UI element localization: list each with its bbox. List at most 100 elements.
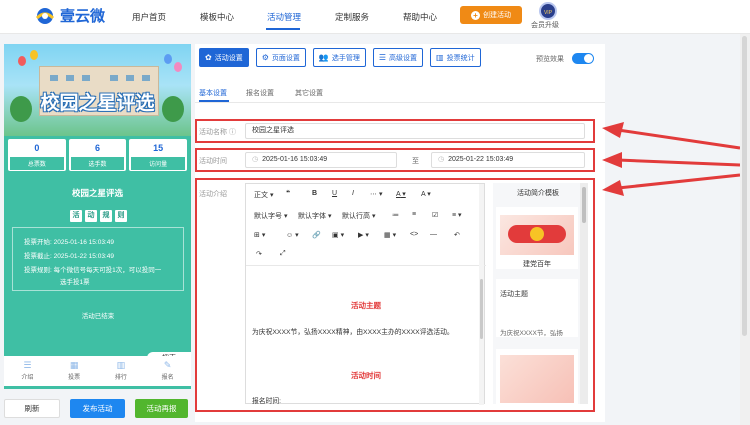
- italic-icon[interactable]: I: [352, 190, 354, 197]
- image-icon[interactable]: ▣ ▾: [332, 231, 344, 239]
- more-icon[interactable]: ⋯ ▾: [370, 190, 382, 198]
- activity-time-label: 活动时间: [199, 158, 227, 165]
- subtab-other[interactable]: 其它设置: [295, 88, 323, 98]
- code-icon[interactable]: <>: [410, 231, 418, 238]
- tab-signup[interactable]: ✎ 报名: [144, 356, 191, 386]
- template-card[interactable]: 建党百年: [496, 207, 578, 269]
- contestant-manage-button[interactable]: 👥 选手管理: [312, 48, 366, 67]
- template-caption: 建党百年: [523, 261, 551, 268]
- indent-icon[interactable]: ⊞ ▾: [254, 231, 265, 239]
- sliders-icon: ☰: [378, 53, 387, 62]
- numbered-list-icon[interactable]: ≡: [412, 211, 416, 218]
- rule-start-time: 投票开始: 2025-01-16 15:03:49: [24, 239, 114, 246]
- divider-icon[interactable]: —: [430, 231, 437, 238]
- activity-intro-label: 活动介绍: [199, 191, 227, 198]
- nav-activity-manage[interactable]: 活动管理: [267, 11, 301, 23]
- button-label: 高级设置: [389, 54, 418, 62]
- template-card[interactable]: 活动主题 为庆祝XXXX节，弘扬: [496, 279, 578, 337]
- bullet-list-icon[interactable]: ≔: [392, 211, 399, 219]
- vip-upgrade[interactable]: VIP: [536, 2, 560, 20]
- tab-vote[interactable]: ▦ 投票: [51, 356, 98, 386]
- todo-list-icon[interactable]: ☑: [432, 211, 438, 219]
- tab-intro[interactable]: ☰ 介绍: [4, 356, 51, 386]
- subtab-signup[interactable]: 报名设置: [246, 88, 274, 98]
- clock-icon: ◷: [252, 156, 259, 163]
- activity-repost-button[interactable]: 活动再报: [135, 399, 188, 418]
- tab-label: 排行: [114, 375, 127, 381]
- font-color-icon[interactable]: A ▾: [396, 190, 406, 198]
- tab-label: 报名: [161, 375, 174, 381]
- create-activity-button[interactable]: + 创建活动: [460, 6, 522, 24]
- rule-vote-rule: 投票规则: 每个微信号每天可投1次，可以投同一: [24, 267, 162, 274]
- ranking-icon: ▥: [116, 360, 126, 370]
- line-height-dropdown[interactable]: 默认行高 ▾: [342, 211, 375, 221]
- chart-icon: ▥: [436, 53, 444, 62]
- rules-heading-char: 活: [70, 210, 82, 222]
- template-thumbnail: [500, 215, 574, 255]
- tab-label: 投票: [68, 375, 81, 381]
- balloon-decoration: [174, 62, 182, 72]
- preview-activity-name: 校园之星评选: [71, 188, 123, 198]
- tab-ranking[interactable]: ▥ 排行: [98, 356, 145, 386]
- publish-activity-button[interactable]: 发布活动: [70, 399, 125, 418]
- users-icon: 👥: [318, 53, 329, 62]
- editor-scrollbar[interactable]: [479, 184, 484, 405]
- bold-icon[interactable]: B: [312, 190, 317, 197]
- brand-logo[interactable]: 壹云微: [34, 5, 105, 26]
- nav-help-center[interactable]: 帮助中心: [403, 11, 437, 23]
- undo-icon[interactable]: ↶: [454, 231, 460, 239]
- vip-upgrade-label[interactable]: 会员升级: [531, 20, 559, 30]
- bg-color-icon[interactable]: A ▾: [421, 190, 431, 198]
- subtab-basic[interactable]: 基本设置: [199, 88, 227, 98]
- logo-icon: [34, 6, 56, 26]
- stat-label: 访问量: [131, 157, 186, 170]
- nav-custom-service[interactable]: 定制服务: [335, 11, 369, 23]
- fullscreen-icon[interactable]: ⤢: [280, 250, 286, 258]
- paragraph-style-dropdown[interactable]: 正文 ▾: [254, 190, 273, 200]
- tab-label: 介绍: [21, 375, 34, 381]
- advanced-settings-button[interactable]: ☰ 高级设置: [372, 48, 424, 67]
- refresh-button[interactable]: 刷新: [4, 399, 60, 418]
- rules-heading-char: 规: [100, 210, 112, 222]
- redo-icon[interactable]: ↷: [256, 250, 262, 258]
- quote-icon[interactable]: ❝: [286, 189, 290, 197]
- button-label: 选手管理: [331, 54, 360, 62]
- activity-name-label: 活动名称 ⓘ: [199, 129, 236, 136]
- start-time-input[interactable]: ◷ 2025-01-16 15:03:49: [245, 152, 397, 168]
- font-size-dropdown[interactable]: 默认字号 ▾: [254, 211, 287, 221]
- balloon-decoration: [164, 54, 172, 64]
- vote-icon: ▦: [69, 360, 79, 370]
- stat-value: 6: [95, 143, 101, 153]
- annotation-arrows: [602, 122, 741, 196]
- editor-content[interactable]: 活动主题 为庆祝XXXX节，弘扬XXXX精神，由XXXX主办的XXXX评选活动。…: [246, 266, 486, 405]
- link-icon[interactable]: 🔗: [312, 231, 321, 239]
- content-paragraph: 为庆祝XXXX节，弘扬XXXX精神，由XXXX主办的XXXX评选活动。: [252, 329, 454, 336]
- end-time-input[interactable]: ◷ 2025-01-22 15:03:49: [431, 152, 585, 168]
- signup-icon: ✎: [163, 360, 172, 370]
- template-card[interactable]: [496, 349, 578, 404]
- emoji-icon[interactable]: ☺ ▾: [286, 231, 299, 239]
- activity-settings-button[interactable]: ✿ 活动设置: [199, 48, 249, 67]
- page-scrollbar-thumb[interactable]: [742, 36, 747, 336]
- preview-toggle[interactable]: [572, 53, 594, 64]
- font-family-dropdown[interactable]: 默认字体 ▾: [298, 211, 331, 221]
- button-label: 投票统计: [446, 54, 475, 62]
- stat-contestants: 6 选手数: [68, 139, 127, 171]
- align-icon[interactable]: ≡ ▾: [452, 211, 462, 219]
- template-thumbnail: [500, 355, 574, 403]
- templates-scrollbar[interactable]: [580, 183, 588, 404]
- mobile-preview: 校园之星评选 0 总票数 6 选手数 15 访问量 校园之星评选 活 动 规 则…: [4, 44, 191, 389]
- nav-user-home[interactable]: 用户首页: [132, 11, 166, 23]
- activity-name-input[interactable]: 校园之星评选: [245, 123, 585, 139]
- preview-banner: 校园之星评选: [4, 44, 191, 136]
- nav-template-center[interactable]: 模板中心: [200, 11, 234, 23]
- video-icon[interactable]: ▶ ▾: [358, 231, 369, 239]
- underline-icon[interactable]: U: [332, 190, 337, 197]
- balloon-decoration: [18, 56, 26, 66]
- table-icon[interactable]: ▦ ▾: [384, 231, 396, 239]
- page-settings-button[interactable]: ⚙ 页面设置: [255, 48, 306, 67]
- preview-tabbar: ☰ 介绍 ▦ 投票 ▥ 排行 ✎ 报名: [4, 356, 191, 386]
- stat-label: 总票数: [10, 157, 64, 170]
- vote-stats-button[interactable]: ▥ 投票统计: [430, 48, 481, 67]
- brand-name: 壹云微: [60, 8, 106, 25]
